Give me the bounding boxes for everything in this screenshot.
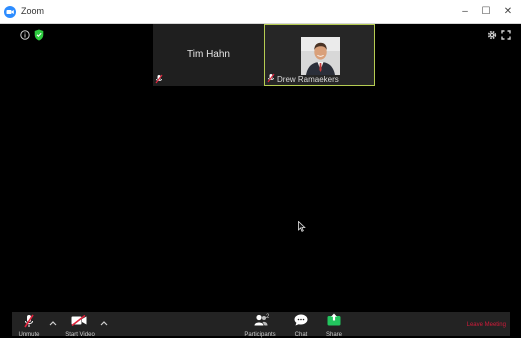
leave-meeting-button[interactable]: Leave Meeting <box>467 322 506 328</box>
unmute-button[interactable]: Unmute <box>16 312 42 338</box>
microphone-muted-icon <box>24 314 34 328</box>
zoom-logo-icon <box>4 6 16 18</box>
shield-icon[interactable] <box>34 29 44 41</box>
chat-icon <box>294 314 308 326</box>
share-label: Share <box>325 332 342 338</box>
chevron-up-icon[interactable] <box>49 320 57 326</box>
participant-tile-tim[interactable]: Tim Hahn <box>153 24 264 86</box>
meeting-toolbar: Unmute Start Video Participants Chat Sha… <box>12 312 510 338</box>
chat-label: Chat <box>294 332 308 338</box>
participants-count-badge: 2 <box>266 314 270 320</box>
participants-button[interactable]: Participants <box>240 312 280 338</box>
maximize-button[interactable]: ☐ <box>478 4 494 20</box>
start-video-label: Start Video <box>65 332 95 338</box>
participant-name: Drew Ramaekers <box>277 75 339 84</box>
participant-name: Tim Hahn <box>187 49 230 60</box>
gear-icon[interactable] <box>487 30 497 40</box>
cursor-icon <box>298 221 306 232</box>
share-screen-button[interactable]: Share <box>320 312 348 338</box>
participant-tile-drew[interactable]: Drew Ramaekers <box>264 24 375 86</box>
microphone-muted-icon <box>155 74 163 84</box>
unmute-label: Unmute <box>18 332 40 338</box>
window-title: Zoom <box>21 6 45 16</box>
chevron-up-icon[interactable] <box>100 320 108 326</box>
info-icon[interactable] <box>20 30 30 40</box>
fullscreen-icon[interactable] <box>501 30 511 40</box>
title-bar: Zoom – ☐ ✕ <box>0 0 521 24</box>
chat-button[interactable]: Chat <box>288 312 314 338</box>
microphone-muted-icon <box>267 73 275 83</box>
minimize-button[interactable]: – <box>457 4 473 20</box>
close-button[interactable]: ✕ <box>500 4 516 20</box>
video-off-icon <box>71 315 87 326</box>
participants-label: Participants <box>244 332 276 338</box>
start-video-button[interactable]: Start Video <box>60 312 100 338</box>
participant-video-image <box>301 37 340 75</box>
share-screen-icon <box>327 313 341 326</box>
